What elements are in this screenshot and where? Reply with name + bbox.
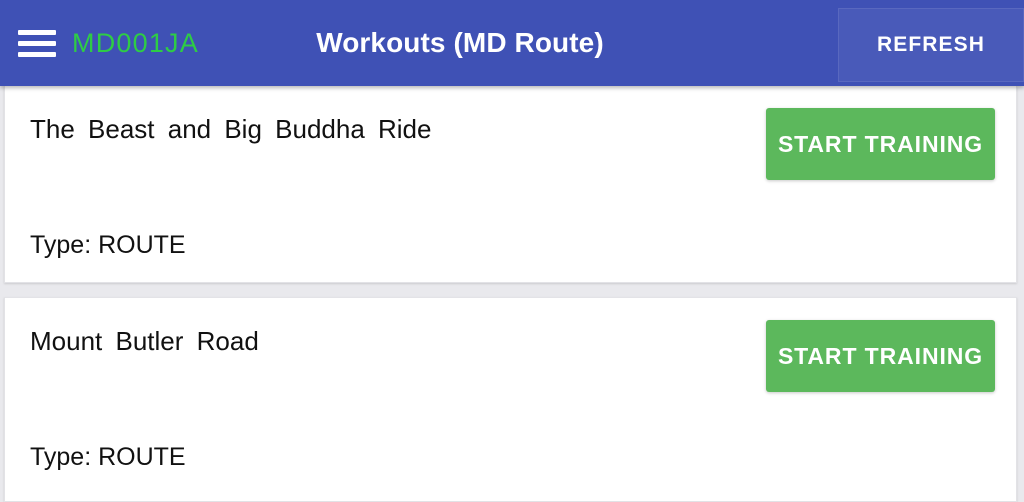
refresh-button[interactable]: REFRESH <box>838 8 1024 82</box>
hamburger-bar-bottom <box>18 51 56 57</box>
workout-type: Type: ROUTE <box>30 443 186 471</box>
device-id-label: MD001JA <box>72 27 199 58</box>
hamburger-bar-middle <box>18 40 56 46</box>
workout-type: Type: ROUTE <box>30 231 186 259</box>
hamburger-bar-top <box>18 29 56 35</box>
workout-card[interactable]: Mount Butler Road Type: ROUTE START TRAI… <box>4 297 1017 502</box>
app-bar-left-group: MD001JA <box>18 0 199 86</box>
workout-name: Mount Butler Road <box>30 326 259 356</box>
hamburger-menu-icon[interactable] <box>18 29 56 57</box>
app-bar: MD001JA Workouts (MD Route) REFRESH <box>0 0 1024 86</box>
workout-card[interactable]: The Beast and Big Buddha Ride Type: ROUT… <box>4 86 1017 283</box>
start-training-button[interactable]: START TRAINING <box>766 108 995 180</box>
start-training-button[interactable]: START TRAINING <box>766 320 995 392</box>
workout-list: The Beast and Big Buddha Ride Type: ROUT… <box>0 86 1024 502</box>
workout-name: The Beast and Big Buddha Ride <box>30 114 432 144</box>
